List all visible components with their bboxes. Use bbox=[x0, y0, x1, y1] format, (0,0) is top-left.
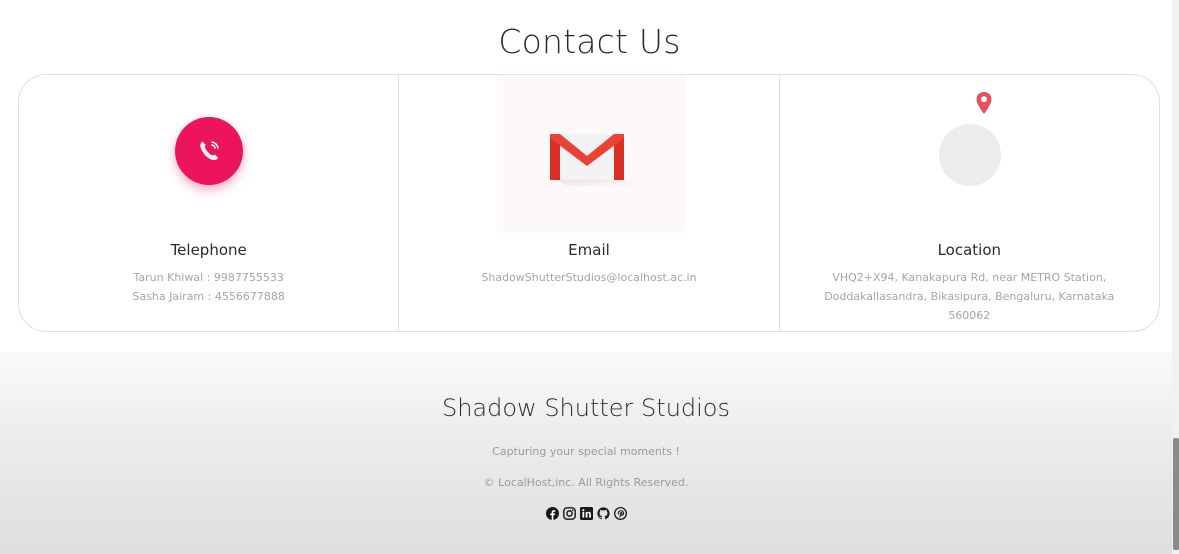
location-details: VHQ2+X94, Kanakapura Rd, near METRO Stat… bbox=[780, 268, 1159, 325]
phone-icon bbox=[175, 117, 243, 185]
page-title: Contact Us bbox=[498, 22, 681, 61]
email-title: Email bbox=[568, 241, 610, 259]
footer-tagline: Capturing your special moments ! bbox=[492, 445, 680, 458]
gmail-icon bbox=[497, 75, 686, 233]
scrollbar-thumb[interactable] bbox=[1173, 438, 1179, 550]
instagram-icon[interactable] bbox=[562, 505, 576, 520]
footer: Shadow Shutter Studios Capturing your sp… bbox=[0, 352, 1172, 554]
telephone-details: Tarun Khiwal : 9987755533 Sasha Jairam :… bbox=[19, 268, 398, 306]
pinterest-icon[interactable] bbox=[613, 505, 627, 520]
telephone-title: Telephone bbox=[170, 241, 247, 259]
facebook-icon[interactable] bbox=[545, 505, 559, 520]
address-line: Doddakallasandra, Bikasipura, Bengaluru,… bbox=[824, 290, 1115, 303]
email-details: ShadowShutterStudios@localhost.ac.in bbox=[399, 268, 778, 287]
footer-copyright: © LocalHost,inc. All Rights Reserved. bbox=[483, 476, 689, 489]
scrollbar[interactable] bbox=[1172, 0, 1179, 554]
page: Contact Us Telephone Tarun Khiwal : 9987… bbox=[0, 0, 1179, 554]
location-title: Location bbox=[937, 241, 1002, 259]
location-card: Location VHQ2+X94, Kanakapura Rd, near M… bbox=[780, 75, 1159, 331]
address-line: VHQ2+X94, Kanakapura Rd, near METRO Stat… bbox=[832, 271, 1107, 284]
linkedin-icon[interactable] bbox=[579, 505, 593, 520]
contact-cards: Telephone Tarun Khiwal : 9987755533 Sash… bbox=[18, 74, 1160, 332]
map-pin-icon bbox=[975, 91, 993, 119]
telephone-line: Tarun Khiwal : 9987755533 bbox=[133, 271, 284, 284]
location-map-placeholder bbox=[938, 124, 1001, 186]
github-icon[interactable] bbox=[596, 505, 610, 520]
email-address: ShadowShutterStudios@localhost.ac.in bbox=[481, 271, 697, 284]
address-line: 560062 bbox=[948, 309, 991, 322]
telephone-card: Telephone Tarun Khiwal : 9987755533 Sash… bbox=[19, 75, 400, 331]
telephone-line: Sasha Jairam : 4556677888 bbox=[132, 290, 285, 303]
email-card: Email ShadowShutterStudios@localhost.ac.… bbox=[399, 75, 780, 331]
footer-brand: Shadow Shutter Studios bbox=[441, 394, 730, 422]
social-links bbox=[0, 505, 1172, 520]
